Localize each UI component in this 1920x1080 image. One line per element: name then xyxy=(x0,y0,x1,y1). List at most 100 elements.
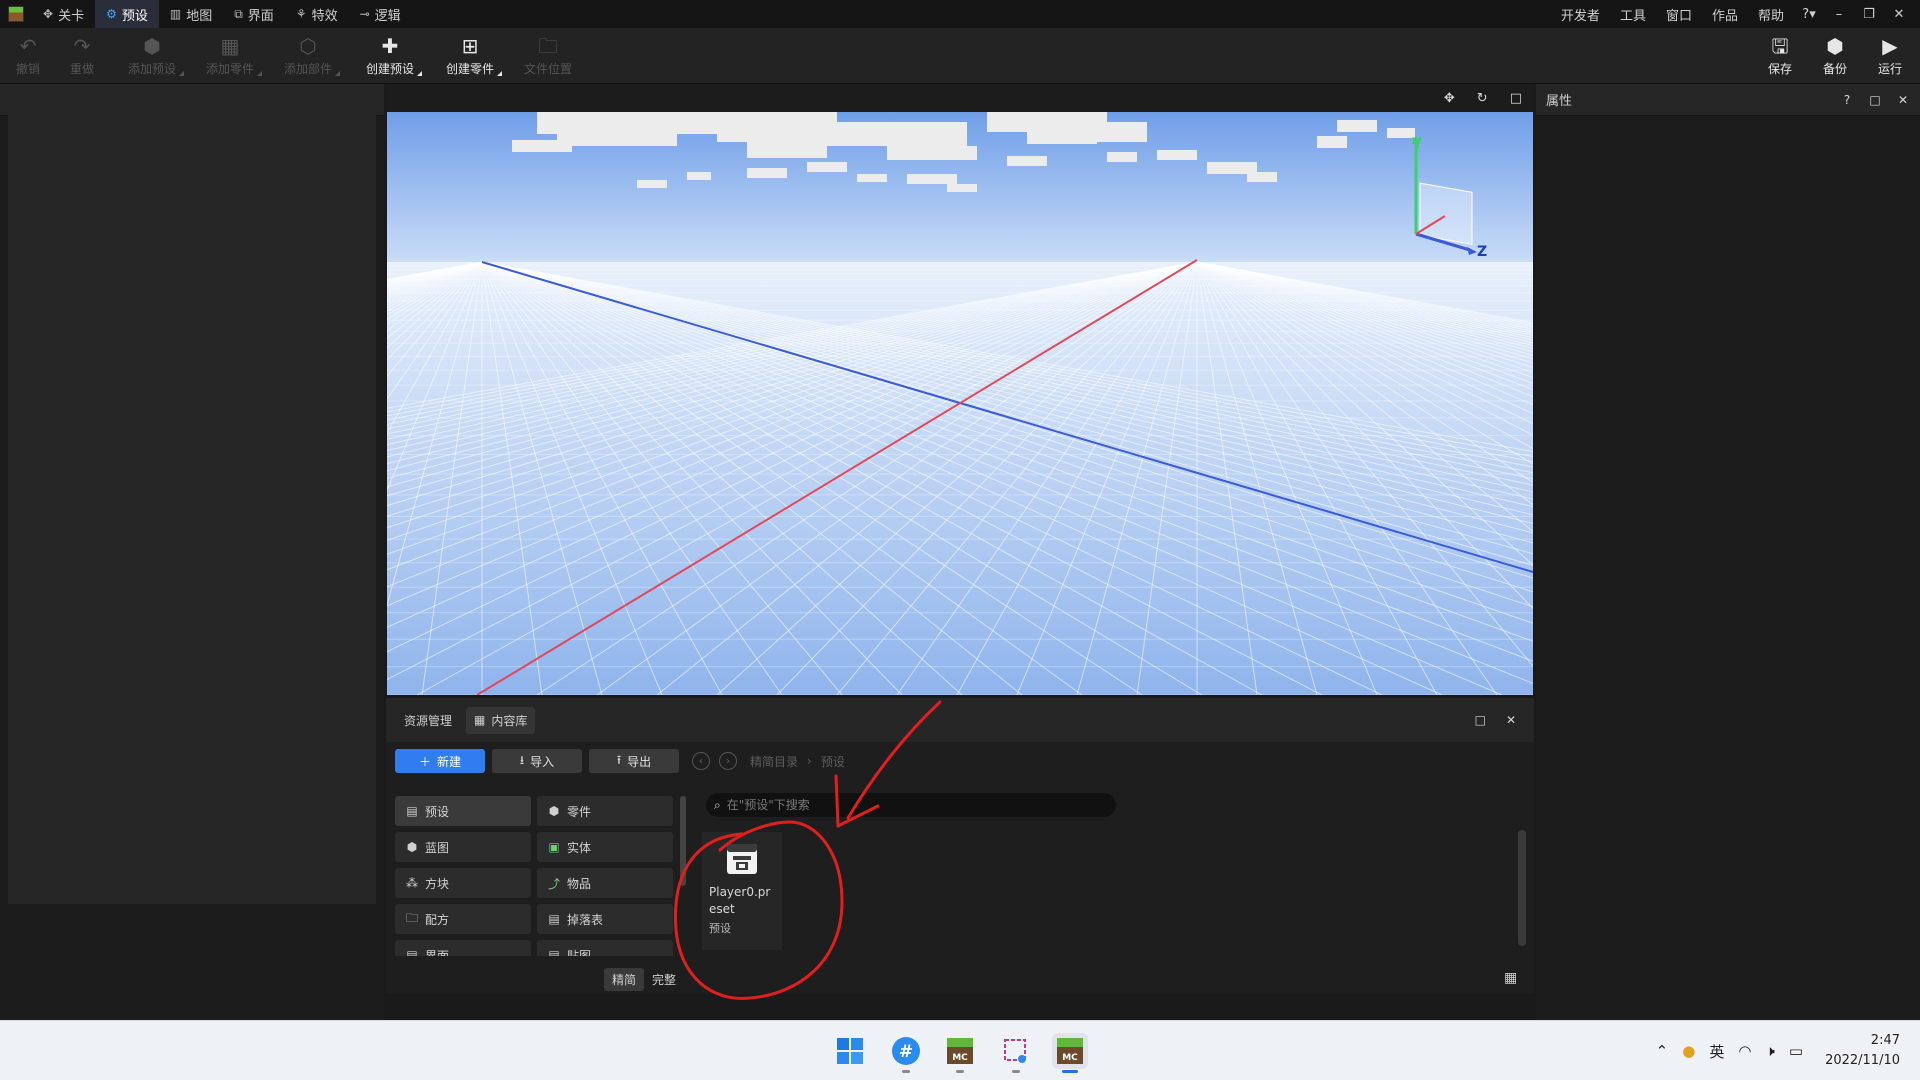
asset-actions: ＋新建 ⭳ 导入 ⭱ 导出 ‹ › 精简目录 › 预设 xyxy=(386,742,1534,780)
menu-works[interactable]: 作品 xyxy=(1702,5,1748,24)
running-indicator xyxy=(902,1070,910,1073)
restore-icon[interactable]: ❐ xyxy=(1854,7,1884,22)
wifi-icon[interactable]: ◠ xyxy=(1738,1042,1751,1060)
menu-window[interactable]: 窗口 xyxy=(1656,5,1702,24)
category-part[interactable]: ⬢ 零件 xyxy=(537,796,673,826)
backup-button[interactable]: ⬢ 备份 xyxy=(1817,28,1853,84)
asset-scrollbar[interactable] xyxy=(1518,830,1526,946)
menu-bar: ✥ 关卡 ⚙ 预设 ▥ 地图 ⧉ 界面 ⚘ 特效 ⊸ 逻辑 开发者 工具 窗口 作品 帮助 … xyxy=(0,0,1920,28)
tab-map[interactable]: ▥ 地图 xyxy=(159,0,223,28)
logic-icon: ⊸ xyxy=(359,7,370,21)
close-icon[interactable]: ✕ xyxy=(1884,7,1914,22)
import-button[interactable]: ⭳ 导入 xyxy=(492,749,582,773)
bars-icon: ▥ xyxy=(169,7,182,21)
undo-button[interactable]: ↶ 撤销 xyxy=(10,28,46,84)
rotate-icon[interactable]: ↻ xyxy=(1477,91,1488,106)
breadcrumb-root[interactable]: 精简目录 xyxy=(750,753,798,770)
breadcrumb-current: 预设 xyxy=(820,754,845,769)
close-icon[interactable]: ✕ xyxy=(1506,713,1516,727)
chevron-up-icon[interactable]: ⌃ xyxy=(1656,1042,1669,1060)
tab-interface[interactable]: ⧉ 界面 xyxy=(223,0,285,28)
category-scrollbar[interactable] xyxy=(680,796,686,886)
clock[interactable]: 2:47 2022/11/10 xyxy=(1825,1031,1900,1071)
redo-icon: ↷ xyxy=(73,33,91,58)
axis-y-label: Y xyxy=(1411,136,1423,152)
category-texture[interactable]: ▤ 贴图 xyxy=(537,940,673,956)
menu-help[interactable]: 帮助 xyxy=(1748,5,1794,24)
tab-preset[interactable]: ⚙ 预设 xyxy=(95,0,159,28)
tab-effects[interactable]: ⚘ 特效 xyxy=(285,0,349,28)
cube-icon: ⬢ xyxy=(1826,33,1844,58)
minecraft-icon: MC xyxy=(947,1038,973,1064)
taskbar-app-mc-launcher[interactable]: MC xyxy=(942,1033,978,1073)
scene-viewport[interactable]: Y Z xyxy=(387,112,1533,695)
tab-logic[interactable]: ⊸ 逻辑 xyxy=(349,0,412,28)
save-button[interactable]: 🖫 保存 xyxy=(1762,28,1798,84)
category-item[interactable]: ⤴ 物品 xyxy=(537,868,673,898)
file-location-button[interactable]: 🗀 文件位置 xyxy=(520,28,576,84)
help-icon[interactable]: ? xyxy=(1840,93,1854,107)
scene-canvas[interactable]: Y Z xyxy=(387,112,1533,695)
create-part-button[interactable]: ⊞ 创建零件 xyxy=(442,28,502,84)
category-preset[interactable]: ▤ 预设 xyxy=(395,796,531,826)
input-language[interactable]: 英 xyxy=(1709,1041,1724,1062)
maximize-icon[interactable]: □ xyxy=(1510,91,1522,106)
back-icon[interactable]: ‹ xyxy=(692,752,710,770)
new-button[interactable]: ＋新建 xyxy=(395,749,485,773)
viewport-toolbar: ✥ ↻ □ xyxy=(386,84,1534,112)
volume-muted-icon[interactable]: 🕨 xyxy=(1765,1042,1774,1060)
tab-level[interactable]: ✥ 关卡 xyxy=(32,0,95,28)
qq-icon[interactable]: ● xyxy=(1682,1042,1695,1060)
svg-text:MC: MC xyxy=(1062,1053,1078,1063)
taskbar-app-mc-studio[interactable]: MC xyxy=(1052,1033,1088,1073)
view-simple-button[interactable]: 精简 xyxy=(604,968,645,991)
menu-developer[interactable]: 开发者 xyxy=(1551,5,1610,24)
maximize-icon[interactable]: □ xyxy=(1868,93,1882,107)
category-loot-table[interactable]: ▤ 掉落表 xyxy=(537,904,673,934)
export-button[interactable]: ⭱ 导出 xyxy=(589,749,679,773)
add-block-button[interactable]: ⬡ 添加部件 xyxy=(280,28,340,84)
forward-icon[interactable]: › xyxy=(719,752,737,770)
cloud-block xyxy=(1087,122,1147,142)
minimize-icon[interactable]: – xyxy=(1824,7,1854,22)
add-part-button[interactable]: ▦ 添加零件 xyxy=(202,28,262,84)
cloud-block xyxy=(887,146,977,160)
category-blueprint[interactable]: ⬢ 蓝图 xyxy=(395,832,531,862)
category-ui[interactable]: ▤ 界面 xyxy=(395,940,531,956)
run-button[interactable]: ▶ 运行 xyxy=(1872,28,1908,84)
category-entity[interactable]: ▣ 实体 xyxy=(537,832,673,862)
close-icon[interactable]: ✕ xyxy=(1896,93,1910,107)
dropdown-caret-icon xyxy=(257,71,262,76)
grid-view-icon[interactable]: ▦ xyxy=(1504,970,1517,986)
start-button[interactable] xyxy=(832,1033,868,1069)
properties-header: 属性 ? □ ✕ xyxy=(1536,84,1920,116)
taskbar-app-snipping[interactable] xyxy=(998,1033,1034,1073)
export-icon: ⭱ xyxy=(616,752,622,767)
battery-icon[interactable]: ▭ xyxy=(1789,1042,1803,1060)
taskbar: # MC MC ⌃ ● 英 ◠ 🕨 ▭ 2:47 2022/11/10 xyxy=(0,1020,1920,1080)
block-icon: ⁂ xyxy=(406,876,418,890)
hash-app-icon: # xyxy=(892,1037,920,1065)
view-full-button[interactable]: 完整 xyxy=(644,968,684,991)
maximize-icon[interactable]: □ xyxy=(1475,713,1486,727)
add-block-icon: ⬡ xyxy=(299,33,317,58)
redo-button[interactable]: ↷ 重做 xyxy=(64,28,100,84)
asset-panel: 资源管理 ▦ 内容库 □ ✕ ＋新建 ⭳ 导入 ⭱ 导出 ‹ › 精简目录 › 预设 … xyxy=(386,698,1534,994)
add-part-icon: ▦ xyxy=(220,33,240,58)
asset-search-input[interactable] xyxy=(726,798,1108,812)
help-question-icon[interactable]: ?▾ xyxy=(1794,7,1824,22)
asset-item-player-preset[interactable]: Player0.preset 预设 xyxy=(702,832,782,950)
blueprint-icon: ⬢ xyxy=(406,840,418,854)
create-preset-button[interactable]: ✚ 创建预设 xyxy=(362,28,422,84)
tab-asset-manager[interactable]: 资源管理 xyxy=(396,707,460,734)
cloud-block xyxy=(1317,136,1347,148)
move-icon[interactable]: ✥ xyxy=(1444,91,1455,106)
menu-tools[interactable]: 工具 xyxy=(1610,5,1656,24)
category-recipe[interactable]: 🗀 配方 xyxy=(395,904,531,934)
taskbar-app-hash[interactable]: # xyxy=(888,1033,924,1073)
ground-plane xyxy=(387,262,1533,695)
add-preset-button[interactable]: ⬢ 添加预设 xyxy=(124,28,184,84)
category-block[interactable]: ⁂ 方块 xyxy=(395,868,531,898)
tab-content-library[interactable]: ▦ 内容库 xyxy=(466,706,536,734)
hierarchy-tree[interactable] xyxy=(8,84,376,904)
